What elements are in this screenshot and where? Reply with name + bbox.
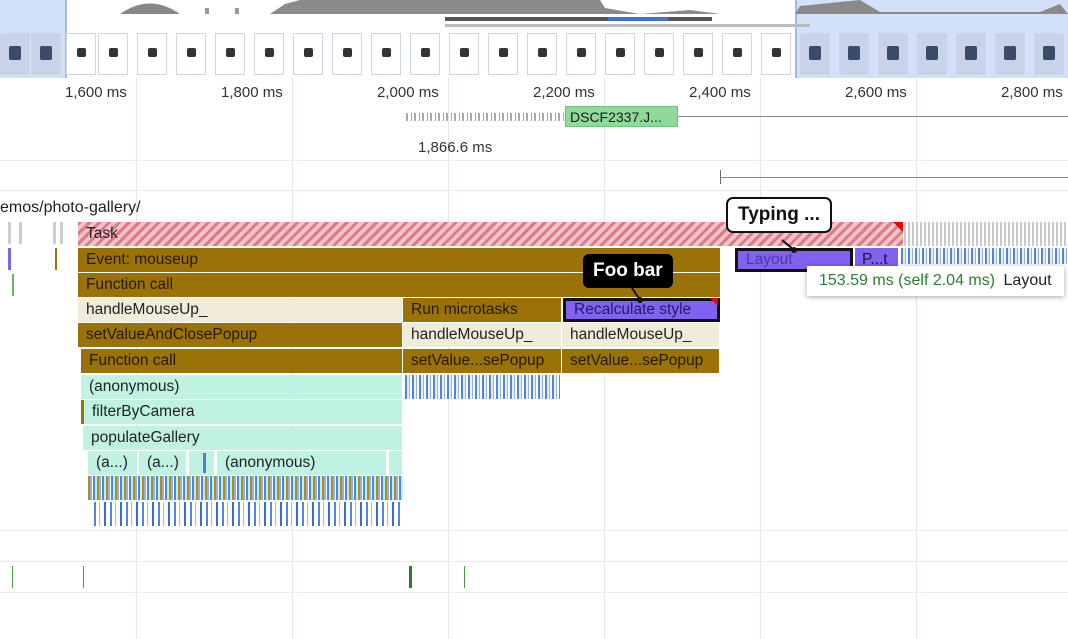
main-thread-url: emos/photo-gallery/ bbox=[0, 199, 141, 216]
filmstrip-frame[interactable] bbox=[98, 33, 128, 75]
filmstrip-frame[interactable] bbox=[0, 33, 30, 75]
filmstrip-frame[interactable] bbox=[449, 33, 479, 75]
small-task[interactable] bbox=[19, 222, 22, 244]
filmstrip-frame[interactable] bbox=[839, 33, 869, 75]
filmstrip-frame[interactable] bbox=[371, 33, 401, 75]
annotation-connector bbox=[781, 239, 797, 253]
filmstrip-frame[interactable] bbox=[332, 33, 362, 75]
flame-deep-calls[interactable] bbox=[90, 502, 403, 526]
small-event[interactable] bbox=[55, 248, 57, 270]
filmstrip-frame[interactable] bbox=[176, 33, 206, 75]
flame-small-calls[interactable] bbox=[405, 375, 560, 399]
flame-anonymous[interactable]: (anonymous) bbox=[217, 451, 387, 475]
small-event[interactable] bbox=[12, 274, 14, 296]
filmstrip-frame[interactable] bbox=[644, 33, 674, 75]
track-divider bbox=[0, 530, 1068, 531]
flame-small-call[interactable] bbox=[189, 451, 215, 475]
filmstrip-frame[interactable] bbox=[527, 33, 557, 75]
timing-marker[interactable] bbox=[12, 566, 13, 588]
small-task[interactable] bbox=[53, 222, 56, 244]
filmstrip-frame[interactable] bbox=[31, 33, 61, 75]
flame-handle-mouse-up[interactable]: handleMouseUp_ bbox=[78, 298, 403, 322]
flame-anonymous-short[interactable]: (a...) bbox=[88, 451, 138, 475]
filmstrip-frame[interactable] bbox=[410, 33, 440, 75]
filmstrip-frame[interactable] bbox=[683, 33, 713, 75]
track-divider bbox=[0, 561, 1068, 562]
filmstrip-frame[interactable] bbox=[995, 33, 1025, 75]
track-divider bbox=[0, 190, 1068, 191]
filmstrip-frame[interactable] bbox=[878, 33, 908, 75]
tooltip-timing: 153.59 ms (self 2.04 ms) bbox=[819, 272, 996, 289]
flame-anonymous-short[interactable]: (a...) bbox=[139, 451, 187, 475]
annotation-foo-bar-callout[interactable]: Foo bar bbox=[583, 254, 673, 288]
grid-line bbox=[760, 78, 761, 639]
timeline-overview[interactable] bbox=[0, 0, 1068, 78]
filmstrip-frame[interactable] bbox=[488, 33, 518, 75]
small-task[interactable] bbox=[60, 222, 63, 244]
flame-small-call[interactable] bbox=[389, 451, 403, 475]
timing-marker[interactable] bbox=[409, 566, 412, 588]
timing-marker[interactable] bbox=[464, 566, 465, 588]
flame-set-value-close-popup[interactable]: setValueAndClosePopup bbox=[78, 323, 403, 347]
filmstrip-frame[interactable] bbox=[956, 33, 986, 75]
small-task[interactable] bbox=[8, 222, 11, 244]
filmstrip-frame[interactable] bbox=[917, 33, 947, 75]
filmstrip-frame[interactable] bbox=[293, 33, 323, 75]
annotation-connector bbox=[631, 287, 643, 303]
flame-handle-mouse-up[interactable]: handleMouseUp_ bbox=[562, 323, 720, 347]
warning-triangle-icon bbox=[710, 298, 718, 306]
long-task-warning-icon bbox=[893, 222, 903, 232]
flame-anonymous[interactable]: (anonymous) bbox=[81, 375, 403, 399]
flame-run-microtasks[interactable]: Run microtasks bbox=[403, 298, 562, 322]
ruler-tick-label: 2,800 ms bbox=[1001, 84, 1063, 101]
flame-small-tasks[interactable] bbox=[904, 222, 1068, 246]
ruler-tick-label: 1,800 ms bbox=[221, 84, 283, 101]
filmstrip-frame[interactable] bbox=[215, 33, 245, 75]
ruler-tick-label: 2,400 ms bbox=[689, 84, 751, 101]
flame-function-call[interactable]: Function call bbox=[81, 349, 403, 373]
cpu-activity-graph bbox=[120, 0, 1068, 27]
range-marker-line bbox=[720, 177, 1068, 178]
flame-small-events[interactable] bbox=[901, 248, 1068, 264]
track-divider bbox=[0, 592, 1068, 593]
timing-marker[interactable] bbox=[83, 566, 84, 588]
filmstrip-frame[interactable] bbox=[761, 33, 791, 75]
ruler-tick-label: 1,600 ms bbox=[65, 84, 127, 101]
filmstrip-frame[interactable] bbox=[605, 33, 635, 75]
flame-handle-mouse-up[interactable]: handleMouseUp_ bbox=[403, 323, 562, 347]
small-event[interactable] bbox=[8, 248, 11, 270]
flame-tooltip: 153.59 ms (self 2.04 ms) Layout bbox=[807, 266, 1064, 296]
filmstrip-frame[interactable] bbox=[800, 33, 830, 75]
flame-set-value-close-popup[interactable]: setValue...sePopup bbox=[562, 349, 720, 373]
filmstrip-frame[interactable] bbox=[722, 33, 752, 75]
track-divider bbox=[0, 160, 1068, 161]
network-request-bar[interactable]: DSCF2337.J... bbox=[565, 106, 678, 127]
filmstrip-frame[interactable] bbox=[254, 33, 284, 75]
annotation-typing-callout[interactable]: Typing ... bbox=[726, 197, 832, 233]
filmstrip-frame[interactable] bbox=[137, 33, 167, 75]
filmstrip-frame[interactable] bbox=[566, 33, 596, 75]
flame-deep-calls[interactable] bbox=[88, 476, 403, 500]
filmstrip-frame[interactable] bbox=[66, 33, 96, 75]
ruler-tick-label: 2,000 ms bbox=[377, 84, 439, 101]
flame-populate-gallery[interactable]: populateGallery bbox=[83, 426, 403, 450]
tooltip-event-name: Layout bbox=[1003, 272, 1052, 289]
network-request-wait[interactable] bbox=[406, 113, 565, 121]
flame-filter-by-camera[interactable]: filterByCamera bbox=[81, 400, 403, 424]
grid-line bbox=[916, 78, 917, 639]
ruler-tick-label: 2,600 ms bbox=[845, 84, 907, 101]
network-request-line bbox=[678, 116, 1068, 117]
network-duration-label: 1,866.6 ms bbox=[418, 139, 493, 156]
filmstrip-frame[interactable] bbox=[1034, 33, 1064, 75]
flame-tiny-call[interactable] bbox=[203, 453, 206, 473]
flame-set-value-close-popup[interactable]: setValue...sePopup bbox=[403, 349, 562, 373]
ruler-tick-label: 2,200 ms bbox=[533, 84, 595, 101]
